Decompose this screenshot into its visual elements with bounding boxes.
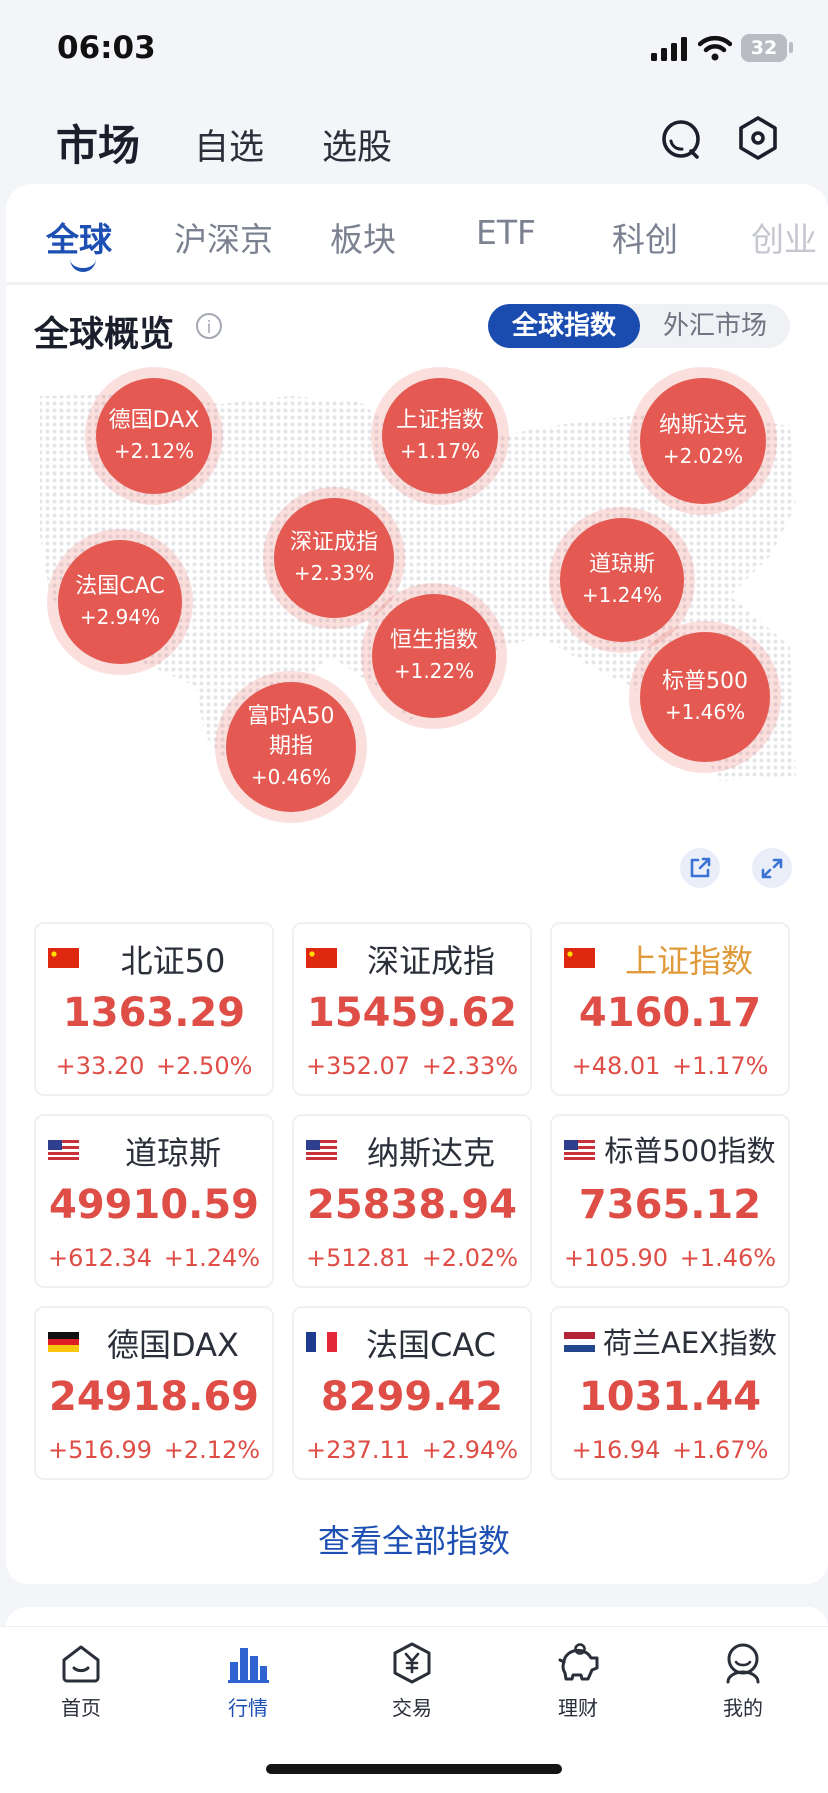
index-change: +516.99 +2.12% — [47, 1436, 261, 1464]
subtab-chinext[interactable]: 创业 — [751, 213, 817, 261]
index-card-szzs[interactable]: 上证指数 4160.17 +48.01 +1.17% — [550, 922, 790, 1096]
view-all-indices-link[interactable]: 查看全部指数 — [0, 1516, 828, 1562]
index-card-bz50[interactable]: 北证50 1363.29 +33.20 +2.50% — [34, 922, 274, 1096]
index-card-sp500[interactable]: 标普500指数 7365.12 +105.90 +1.46% — [550, 1114, 790, 1288]
segment-forex[interactable]: 外汇市场 — [640, 304, 790, 348]
fr-flag-icon — [306, 1332, 337, 1352]
index-card-aex[interactable]: 荷兰AEX指数 1031.44 +16.94 +1.67% — [550, 1306, 790, 1480]
user-face-icon — [726, 1643, 760, 1684]
index-value: 25838.94 — [306, 1182, 518, 1228]
nav-wealth[interactable]: 理财 — [528, 1640, 628, 1721]
index-name: 法国CAC — [365, 1326, 497, 1364]
index-change: +512.81 +2.02% — [305, 1244, 519, 1272]
tab-divider — [6, 282, 828, 285]
wifi-icon — [698, 35, 732, 61]
home-icon — [62, 1645, 100, 1683]
battery-tip — [789, 42, 793, 53]
index-card-dax[interactable]: 德国DAX 24918.69 +516.99 +2.12% — [34, 1306, 274, 1480]
index-name: 深证成指 — [366, 942, 495, 980]
subtab-etf[interactable]: ETF — [476, 213, 536, 252]
subtab-sectors[interactable]: 板块 — [330, 213, 396, 261]
bubble-shanghai[interactable]: 上证指数 +1.17% — [382, 378, 498, 494]
nav-market[interactable]: 行情 — [198, 1640, 298, 1721]
bubble-shenzhen[interactable]: 深证成指 +2.33% — [274, 498, 394, 618]
nav-trade[interactable]: 交易 — [362, 1640, 462, 1721]
index-change: +612.34 +1.24% — [47, 1244, 261, 1272]
index-name: 荷兰AEX指数 — [602, 1326, 778, 1360]
index-value: 4160.17 — [578, 990, 762, 1036]
bubble-dax[interactable]: 德国DAX +2.12% — [96, 378, 212, 494]
index-name: 道琼斯 — [124, 1134, 221, 1172]
index-card-szcz[interactable]: 深证成指 15459.62 +352.07 +2.33% — [292, 922, 532, 1096]
index-change: +48.01 +1.17% — [571, 1052, 769, 1080]
index-value: 7365.12 — [578, 1182, 762, 1228]
index-change: +237.11 +2.94% — [305, 1436, 519, 1464]
index-value: 8299.42 — [320, 1374, 504, 1420]
index-value: 1363.29 — [62, 990, 246, 1036]
index-change: +105.90 +1.46% — [563, 1244, 777, 1272]
index-change: +352.07 +2.33% — [305, 1052, 519, 1080]
next-section-edge — [6, 1607, 828, 1627]
expand-icon[interactable] — [752, 848, 792, 888]
tab-stock-picker[interactable]: 选股 — [322, 119, 392, 170]
yuan-shield-icon — [393, 1642, 431, 1684]
open-external-icon[interactable] — [680, 848, 720, 888]
nav-profile[interactable]: 我的 — [693, 1640, 793, 1721]
index-value: 49910.59 — [48, 1182, 260, 1228]
battery-level: 32 — [741, 34, 787, 62]
subtab-star-market[interactable]: 科创 — [612, 213, 678, 261]
index-change: +33.20 +2.50% — [55, 1052, 253, 1080]
settings-hexagon-icon[interactable] — [734, 114, 782, 162]
index-value: 1031.44 — [578, 1374, 762, 1420]
page-title[interactable]: 市场 — [56, 112, 140, 173]
index-value: 15459.62 — [306, 990, 518, 1036]
cn-flag-icon — [48, 948, 79, 968]
index-name: 北证50 — [120, 942, 226, 980]
index-card-dji[interactable]: 道琼斯 49910.59 +612.34 +1.24% — [34, 1114, 274, 1288]
de-flag-icon — [48, 1332, 79, 1352]
status-time: 06:03 — [57, 30, 156, 66]
index-change: +16.94 +1.67% — [571, 1436, 769, 1464]
bubble-a50[interactable]: 富时A50 期指 +0.46% — [226, 682, 356, 812]
nl-flag-icon — [564, 1332, 595, 1352]
index-card-nasdaq[interactable]: 纳斯达克 25838.94 +512.81 +2.02% — [292, 1114, 532, 1288]
segment-global-indices[interactable]: 全球指数 — [488, 304, 640, 348]
index-name: 德国DAX — [107, 1326, 239, 1364]
cellular-signal-icon — [651, 37, 687, 61]
index-name: 纳斯达克 — [366, 1134, 495, 1172]
tab-watchlist[interactable]: 自选 — [194, 119, 264, 170]
subtab-hushenjing[interactable]: 沪深京 — [174, 213, 273, 261]
bubble-hang-seng[interactable]: 恒生指数 +1.22% — [372, 594, 496, 718]
bubble-dow-jones[interactable]: 道琼斯 +1.24% — [560, 518, 684, 642]
bar-chart-icon — [228, 1648, 269, 1683]
us-flag-icon — [306, 1140, 337, 1160]
us-flag-icon — [48, 1140, 79, 1160]
nav-home[interactable]: 首页 — [31, 1640, 131, 1721]
world-map: 德国DAX +2.12% 上证指数 +1.17% 纳斯达克 +2.02% 深证成指 +2… — [30, 378, 796, 812]
section-title: 全球概览 — [34, 315, 175, 355]
cn-flag-icon — [564, 948, 595, 968]
bubble-cac[interactable]: 法国CAC +2.94% — [58, 540, 182, 664]
bubble-sp500[interactable]: 标普500 +1.46% — [640, 632, 770, 762]
search-icon[interactable] — [658, 116, 706, 164]
home-indicator — [266, 1764, 562, 1774]
bubble-nasdaq[interactable]: 纳斯达克 +2.02% — [640, 378, 766, 504]
subtab-global[interactable]: 全球 — [46, 213, 112, 261]
cn-flag-icon — [306, 948, 337, 968]
index-name: 上证指数 — [624, 942, 753, 980]
info-icon[interactable]: i — [196, 313, 222, 339]
index-card-cac[interactable]: 法国CAC 8299.42 +237.11 +2.94% — [292, 1306, 532, 1480]
us-flag-icon — [564, 1140, 595, 1160]
index-value: 24918.69 — [48, 1374, 260, 1420]
index-name: 标普500指数 — [604, 1134, 776, 1168]
piggy-bank-icon — [558, 1643, 599, 1681]
